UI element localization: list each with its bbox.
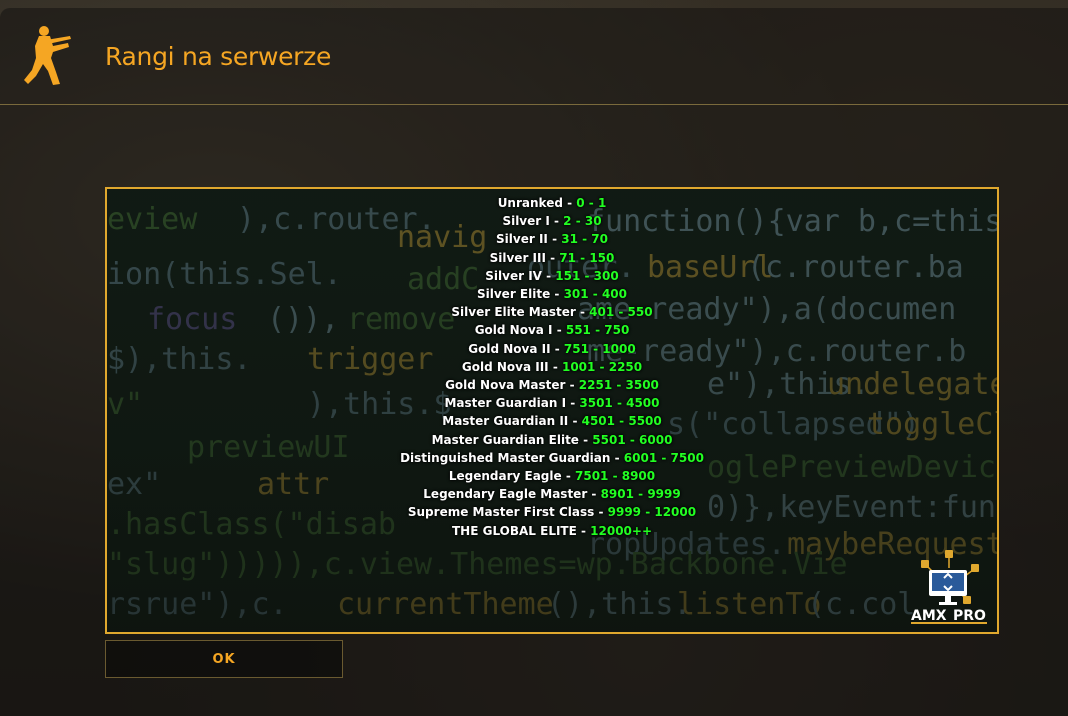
rank-row: Unranked - 0 - 1 <box>107 194 997 212</box>
rank-range: 8901 - 9999 <box>600 487 681 502</box>
rank-row: Silver III - 71 - 150 <box>107 249 997 267</box>
rank-separator: - <box>578 432 593 447</box>
rank-separator: - <box>552 323 566 338</box>
rank-separator: - <box>565 378 579 393</box>
rank-range: 6001 - 7500 <box>623 450 704 465</box>
rank-row: Silver Elite - 301 - 400 <box>107 285 997 303</box>
dialog-title: Rangi na serwerze <box>105 42 332 71</box>
rank-separator: - <box>541 268 556 283</box>
rank-separator: - <box>610 450 624 465</box>
rank-separator: - <box>550 287 564 302</box>
svg-text:PRO: PRO <box>953 608 986 624</box>
rank-range: 31 - 70 <box>561 232 608 247</box>
rank-separator: - <box>566 396 580 411</box>
rank-separator: - <box>594 505 608 520</box>
rank-name: Gold Nova II <box>468 341 551 356</box>
rank-name: Silver II <box>496 232 548 247</box>
svg-text:AMX: AMX <box>911 608 947 624</box>
rank-range: 151 - 300 <box>555 268 619 283</box>
rank-row: Supreme Master First Class - 9999 - 1200… <box>107 503 997 521</box>
rank-row: Silver IV - 151 - 300 <box>107 267 997 285</box>
rank-name: Legendary Eagle Master <box>423 487 588 502</box>
rank-separator: - <box>547 232 562 247</box>
rank-row: Silver II - 31 - 70 <box>107 230 997 248</box>
rank-range: 2251 - 3500 <box>578 378 659 393</box>
rank-row: Gold Nova Master - 2251 - 3500 <box>107 376 997 394</box>
rank-name: Supreme Master First Class <box>407 505 595 520</box>
rank-separator: - <box>548 359 562 374</box>
rank-row: Distinguished Master Guardian - 6001 - 7… <box>107 449 997 467</box>
rank-name: Silver Elite Master <box>451 305 576 320</box>
dialog-header: Rangi na serwerze <box>0 8 1068 105</box>
rank-name: Distinguished Master Guardian <box>400 450 611 465</box>
rank-range: 7501 - 8900 <box>575 469 656 484</box>
rank-row: Master Guardian Elite - 5501 - 6000 <box>107 431 997 449</box>
rank-name: Master Guardian Elite <box>431 432 579 447</box>
rank-name: Silver I <box>502 214 550 229</box>
rank-range: 4501 - 5500 <box>581 414 662 429</box>
rank-separator: - <box>545 250 560 265</box>
rank-name: Gold Nova I <box>474 323 553 338</box>
rank-separator: - <box>561 469 575 484</box>
rank-range: 3501 - 4500 <box>579 396 660 411</box>
rank-name: Master Guardian II <box>442 414 569 429</box>
rank-range: 401 - 550 <box>589 305 653 320</box>
rank-separator: - <box>575 305 590 320</box>
rank-separator: - <box>562 196 577 210</box>
rank-range: 0 - 1 <box>576 196 607 210</box>
rank-range: 5501 - 6000 <box>592 432 673 447</box>
ranks-dialog: Rangi na serwerze function(){var b,c=thi… <box>0 8 1068 716</box>
ranks-panel: function(){var b,c=this outer. baseUrl (… <box>105 187 999 634</box>
rank-range: 551 - 750 <box>565 323 630 338</box>
rank-name: Silver IV <box>485 268 542 283</box>
ok-button[interactable]: OK <box>105 640 343 678</box>
rank-name: THE GLOBAL ELITE <box>451 523 577 538</box>
rank-separator: - <box>568 414 582 429</box>
rank-separator: - <box>550 341 564 356</box>
rank-name: Silver Elite <box>476 287 551 302</box>
rank-row: Silver I - 2 - 30 <box>107 212 997 230</box>
rank-range: 1001 - 2250 <box>561 359 643 374</box>
counter-strike-logo-icon <box>24 26 71 85</box>
rank-range: 9999 - 12000 <box>607 505 697 520</box>
rank-row: Master Guardian II - 4501 - 5500 <box>107 412 997 430</box>
rank-range: 301 - 400 <box>563 287 627 302</box>
rank-range: 751 - 1000 <box>563 341 636 356</box>
rank-row: Gold Nova III - 1001 - 2250 <box>107 358 997 376</box>
rank-separator: - <box>549 214 564 229</box>
rank-range: 12000++ <box>590 523 653 538</box>
rank-name: Gold Nova Master <box>445 378 566 393</box>
rank-row: Gold Nova II - 751 - 1000 <box>107 340 997 358</box>
rank-name: Unranked <box>497 196 563 210</box>
rank-row: Gold Nova I - 551 - 750 <box>107 321 997 339</box>
rank-row: Legendary Eagle - 7501 - 8900 <box>107 467 997 485</box>
rank-separator: - <box>576 523 591 538</box>
rank-range: 71 - 150 <box>559 250 615 265</box>
rank-name: Silver III <box>489 250 546 265</box>
ranks-list: Unranked - 0 - 1 Silver I - 2 - 30 Silver … <box>107 194 997 540</box>
rank-row: Master Guardian I - 3501 - 4500 <box>107 394 997 412</box>
rank-range: 2 - 30 <box>563 214 602 229</box>
rank-name: Master Guardian I <box>444 396 567 411</box>
rank-name: Gold Nova III <box>461 359 549 374</box>
rank-row: THE GLOBAL ELITE - 12000++ <box>107 522 997 540</box>
rank-row: Legendary Eagle Master - 8901 - 9999 <box>107 485 997 503</box>
amxx-pro-logo: AMX PRO <box>911 550 987 624</box>
rank-separator: - <box>587 487 601 502</box>
rank-row: Silver Elite Master - 401 - 550 <box>107 303 997 321</box>
rank-name: Legendary Eagle <box>448 469 562 484</box>
